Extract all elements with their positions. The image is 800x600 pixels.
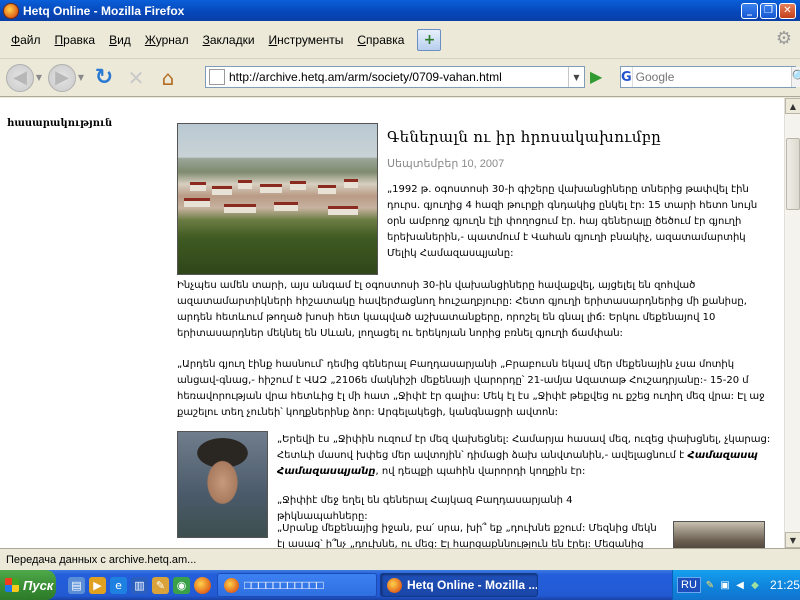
taskbar-active-window-button[interactable]: Hetq Online - Mozilla ... bbox=[380, 573, 538, 597]
volume-tray-icon[interactable]: ◀ bbox=[734, 578, 746, 592]
firefox-icon bbox=[387, 577, 402, 593]
start-button[interactable]: Пуск bbox=[0, 570, 56, 600]
article-paragraph: „1992 թ. օգոստոսի 30-ի գիշերը վախանցիներ… bbox=[387, 184, 758, 259]
status-bar: Передача данных с archive.hetq.am... bbox=[0, 548, 800, 570]
globe-icon[interactable]: ◉ bbox=[173, 576, 190, 594]
sidebar-category-link[interactable]: հասարակություն bbox=[7, 118, 112, 129]
pen-tray-icon[interactable]: ✎ bbox=[704, 578, 716, 592]
maximize-button[interactable]: ❐ bbox=[760, 2, 777, 19]
network-tray-icon[interactable]: ▣ bbox=[719, 578, 731, 592]
search-bar: G 🔍 bbox=[620, 66, 800, 88]
scroll-down-arrow-icon[interactable]: ▼ bbox=[785, 532, 800, 548]
article-paragraph: „Սրանք մեքենայից իջան, բա՛ սրա, խի՞ եք „… bbox=[277, 523, 657, 548]
desktop-icon[interactable]: ▤ bbox=[68, 576, 85, 594]
home-button[interactable]: ⌂ bbox=[154, 64, 182, 92]
reload-button[interactable]: ↻ bbox=[90, 64, 118, 92]
menu-bookmarks[interactable]: Закладки bbox=[196, 33, 262, 47]
book-icon[interactable]: ▥ bbox=[131, 576, 148, 594]
language-indicator[interactable]: RU bbox=[677, 577, 701, 593]
search-magnifier-icon[interactable]: 🔍 bbox=[790, 67, 800, 87]
menu-help[interactable]: Справка bbox=[350, 33, 411, 47]
article-paragraph: „Երեվի էս „Ջիփին ուզում էր մեզ վախեցնել:… bbox=[277, 434, 771, 477]
firefox-quicklaunch-icon[interactable] bbox=[194, 576, 211, 594]
vertical-scrollbar[interactable]: ▲ ▼ bbox=[784, 98, 800, 548]
clock: 21:25 bbox=[769, 578, 800, 592]
menu-bar: Файл Правка Вид Журнал Закладки Инструме… bbox=[0, 21, 800, 59]
window-title: Hetq Online - Mozilla Firefox bbox=[23, 3, 185, 18]
url-text[interactable]: http://archive.hetq.am/arm/society/0709-… bbox=[229, 70, 568, 84]
back-history-dropdown-icon[interactable]: ▼ bbox=[34, 73, 44, 82]
menu-edit[interactable]: Правка bbox=[48, 33, 103, 47]
scroll-thumb[interactable] bbox=[786, 138, 800, 210]
pen-icon[interactable]: ✎ bbox=[152, 576, 169, 594]
window-titlebar: Hetq Online - Mozilla Firefox _ ❐ ✕ bbox=[0, 0, 800, 21]
search-input[interactable] bbox=[632, 70, 791, 84]
url-history-dropdown-icon[interactable]: ▼ bbox=[568, 67, 584, 87]
throbber-gear-icon: ⚙ bbox=[775, 28, 793, 49]
stop-button[interactable]: ✕ bbox=[122, 64, 150, 92]
scroll-up-arrow-icon[interactable]: ▲ bbox=[785, 98, 800, 114]
firefox-icon bbox=[224, 577, 239, 593]
media-player-icon[interactable]: ▶ bbox=[89, 576, 106, 594]
portrait-photo bbox=[673, 521, 765, 548]
navigation-toolbar: ◀ ▼ ▶ ▼ ↻ ✕ ⌂ http://archive.hetq.am/arm… bbox=[0, 59, 800, 97]
system-tray: RU ✎ ▣ ◀ ◆ 21:25 bbox=[672, 570, 800, 600]
minimize-button[interactable]: _ bbox=[741, 2, 758, 19]
search-engine-google-icon[interactable]: G bbox=[621, 67, 633, 87]
article-title: Գեներալն ու իր հրոսակախումբը bbox=[387, 128, 662, 146]
quick-launch: ▤ ▶ e ▥ ✎ ◉ bbox=[68, 576, 211, 594]
article-paragraph: „Արդեն գյուղ էինք հասնում՝ դեմից գեներալ… bbox=[177, 359, 765, 418]
menu-file[interactable]: Файл bbox=[4, 33, 48, 47]
windows-flag-icon bbox=[5, 578, 19, 592]
article-paragraph: Ինչպես ամեն տարի, այս անգամ էլ օգոստոսի … bbox=[177, 280, 747, 339]
article-date: Սեպտեմբեր 10, 2007 bbox=[387, 158, 505, 170]
address-bar[interactable]: http://archive.hetq.am/arm/society/0709-… bbox=[205, 66, 585, 88]
status-text: Передача данных с archive.hetq.am... bbox=[6, 553, 197, 566]
forward-button[interactable]: ▶ bbox=[48, 63, 76, 92]
page-favicon-icon bbox=[209, 69, 225, 85]
portrait-photo bbox=[177, 431, 268, 538]
menu-history[interactable]: Журнал bbox=[138, 33, 196, 47]
addon-calendar-icon[interactable]: + bbox=[417, 28, 442, 51]
ie-icon[interactable]: e bbox=[110, 576, 127, 594]
page-content: հասարակություն Գեներալն ու իր հրոսակախու… bbox=[0, 98, 784, 548]
go-button[interactable]: ▶ bbox=[590, 68, 608, 86]
menu-tools[interactable]: Инструменты bbox=[262, 33, 351, 47]
close-button[interactable]: ✕ bbox=[779, 2, 796, 19]
village-photo bbox=[177, 123, 378, 275]
antivirus-tray-icon[interactable]: ◆ bbox=[749, 578, 761, 592]
menu-view[interactable]: Вид bbox=[102, 33, 138, 47]
firefox-icon bbox=[3, 2, 19, 19]
back-button[interactable]: ◀ bbox=[6, 63, 34, 92]
forward-history-dropdown-icon[interactable]: ▼ bbox=[76, 73, 86, 82]
taskbar-window-button[interactable]: □□□□□□□□□□□ bbox=[217, 573, 377, 597]
windows-taskbar: Пуск ▤ ▶ e ▥ ✎ ◉ □□□□□□□□□□□ Hetq Online… bbox=[0, 570, 800, 600]
